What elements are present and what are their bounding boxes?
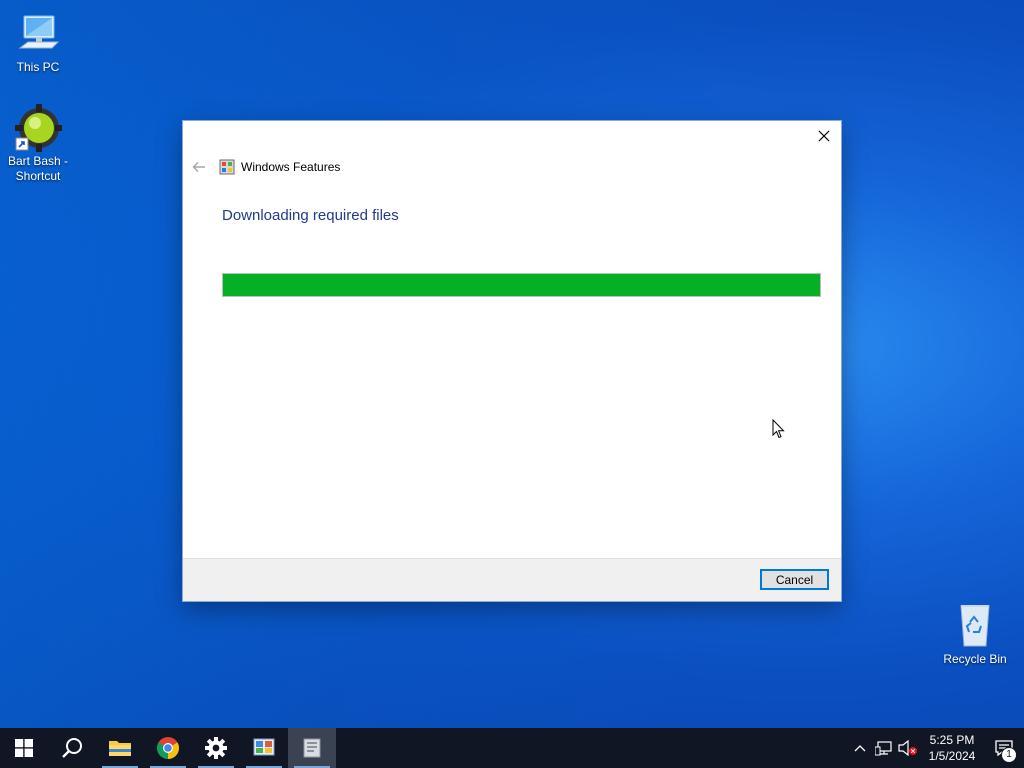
desktop-icon-label: Bart Bash - Shortcut bbox=[7, 154, 69, 183]
taskbar-settings[interactable] bbox=[192, 728, 240, 768]
chrome-icon bbox=[157, 737, 179, 759]
system-tray: 5:25 PM 1/5/2024 1 bbox=[848, 728, 1024, 768]
mouse-cursor bbox=[772, 418, 786, 439]
clock[interactable]: 5:25 PM 1/5/2024 bbox=[920, 732, 984, 764]
close-icon bbox=[818, 130, 830, 142]
back-button[interactable] bbox=[191, 159, 207, 175]
windows-start-icon bbox=[15, 739, 33, 757]
desktop-icon-recycle-bin[interactable]: Recycle Bin bbox=[937, 602, 1013, 667]
cancel-button[interactable]: Cancel bbox=[760, 569, 829, 590]
notification-count-badge: 1 bbox=[1002, 748, 1016, 762]
taskbar-file-explorer[interactable] bbox=[96, 728, 144, 768]
windows-features-dialog: Windows Features Downloading required fi… bbox=[183, 121, 841, 601]
recycle-bin-icon bbox=[951, 602, 999, 650]
search-button[interactable] bbox=[48, 728, 96, 768]
windows-features-icon bbox=[219, 159, 235, 175]
taskbar-control-panel[interactable] bbox=[240, 728, 288, 768]
show-hidden-icons-button[interactable] bbox=[848, 728, 872, 768]
computer-icon bbox=[14, 10, 62, 58]
chevron-up-icon bbox=[854, 745, 866, 752]
progress-fill bbox=[223, 274, 820, 296]
bart-bash-shortcut-icon bbox=[14, 104, 63, 152]
desktop-icon-bart-bash-shortcut[interactable]: Bart Bash - Shortcut bbox=[0, 104, 76, 184]
taskbar-chrome[interactable] bbox=[144, 728, 192, 768]
volume-muted-icon bbox=[898, 740, 917, 756]
control-panel-icon bbox=[253, 738, 275, 756]
network-icon bbox=[875, 741, 892, 756]
status-heading: Downloading required files bbox=[222, 207, 399, 224]
gear-icon bbox=[205, 737, 227, 759]
dialog-footer: Cancel bbox=[183, 558, 841, 601]
start-button[interactable] bbox=[0, 728, 48, 768]
dialog-title: Windows Features bbox=[241, 160, 341, 174]
download-progress-bar bbox=[222, 273, 821, 297]
desktop-icon-label: This PC bbox=[16, 60, 60, 74]
back-arrow-icon bbox=[192, 162, 205, 172]
folder-icon bbox=[109, 741, 131, 756]
dialog-header: Windows Features bbox=[191, 157, 340, 177]
close-button[interactable] bbox=[813, 125, 835, 147]
search-icon bbox=[62, 738, 82, 758]
network-button[interactable] bbox=[872, 728, 896, 768]
taskbar-windows-features[interactable] bbox=[288, 728, 336, 768]
action-center-button[interactable]: 1 bbox=[984, 728, 1024, 768]
taskbar: 5:25 PM 1/5/2024 1 bbox=[0, 728, 1024, 768]
clock-time: 5:25 PM bbox=[929, 733, 975, 747]
windows-features-icon bbox=[303, 738, 321, 758]
clock-date: 1/5/2024 bbox=[928, 749, 976, 763]
desktop-icon-label: Recycle Bin bbox=[943, 652, 1007, 666]
desktop-icon-this-pc[interactable]: This PC bbox=[0, 10, 76, 75]
volume-button[interactable] bbox=[896, 728, 920, 768]
